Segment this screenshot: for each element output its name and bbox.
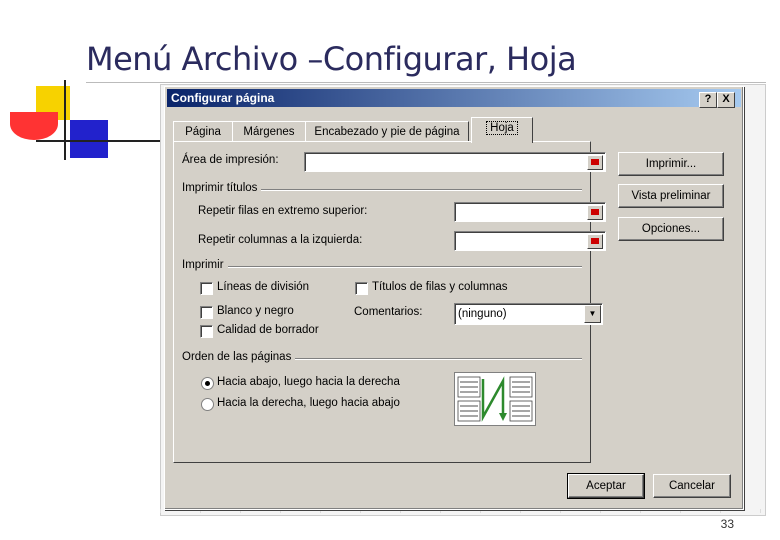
decor-vertical-line [64,80,66,160]
page-setup-dialog: Configurar página ? X Página Márgenes En… [164,86,744,510]
gridlines-label: Líneas de división [217,281,310,293]
print-area-input[interactable] [304,152,606,172]
print-area-label: Área de impresión: [182,154,279,166]
over-then-down-label: Hacia la derecha, luego hacia abajo [217,397,400,409]
chevron-down-icon[interactable]: ▼ [584,305,601,323]
repeat-rows-label: Repetir filas en extremo superior: [198,205,368,217]
repeat-rows-input[interactable] [454,202,606,222]
print-group-label: Imprimir [182,259,228,271]
down-then-over-radio[interactable] [201,377,214,390]
draft-quality-label: Calidad de borrador [217,324,319,336]
gridlines-checkbox[interactable] [200,282,213,295]
print-divider [182,266,582,268]
decor-red-shape [10,112,58,140]
close-button[interactable]: X [717,92,735,108]
tab-margenes[interactable]: Márgenes [232,121,306,142]
dialog-titlebar[interactable]: Configurar página ? X [167,89,741,108]
page-order-preview-icon [454,372,536,426]
comments-select[interactable]: (ninguno) ▼ [454,303,603,325]
over-then-down-radio[interactable] [201,398,214,411]
help-button[interactable]: ? [699,92,717,108]
collapse-dialog-icon[interactable] [587,155,603,170]
slide-title: Menú Archivo –Configurar, Hoja [86,40,577,78]
comments-label: Comentarios: [354,306,423,318]
print-preview-button[interactable]: Vista preliminar [618,184,724,208]
tab-encabezado[interactable]: Encabezado y pie de página [305,121,469,142]
collapse-dialog-icon[interactable] [587,234,603,249]
decor-blue-square [70,120,108,158]
page-order-graphic [457,376,533,422]
repeat-cols-label: Repetir columnas a la izquierda: [198,234,363,246]
decor-horizontal-line [36,140,166,142]
black-white-checkbox[interactable] [200,306,213,319]
headings-checkbox[interactable] [355,282,368,295]
down-then-over-label: Hacia abajo, luego hacia la derecha [217,376,400,388]
dialog-title: Configurar página [171,91,275,105]
ok-button[interactable]: Aceptar [567,473,645,499]
print-button[interactable]: Imprimir... [618,152,724,176]
title-underline [86,82,766,83]
repeat-cols-input[interactable] [454,231,606,251]
page-number: 33 [720,517,734,531]
draft-quality-checkbox[interactable] [200,325,213,338]
page-order-group-label: Orden de las páginas [182,351,296,363]
print-titles-group-label: Imprimir títulos [182,182,262,194]
headings-label: Títulos de filas y columnas [372,281,508,293]
options-button[interactable]: Opciones... [618,217,724,241]
collapse-dialog-icon[interactable] [587,205,603,220]
tab-pagina[interactable]: Página [173,121,233,142]
black-white-label: Blanco y negro [217,305,294,317]
cancel-button[interactable]: Cancelar [653,474,731,498]
tab-hoja[interactable]: Hoja [471,117,533,143]
